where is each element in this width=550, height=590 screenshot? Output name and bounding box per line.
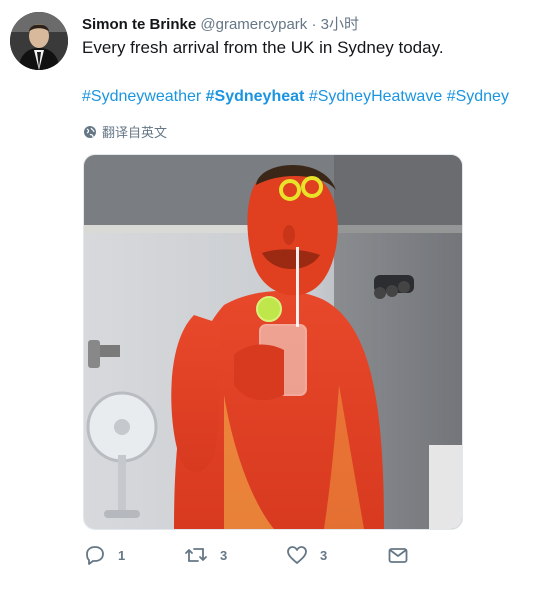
globe-icon bbox=[84, 125, 96, 138]
reply-count: 1 bbox=[118, 547, 126, 563]
heart-icon bbox=[287, 546, 307, 564]
reply-button[interactable]: 1 bbox=[84, 544, 125, 566]
envelope-icon bbox=[388, 548, 408, 563]
author-name[interactable]: Simon te Brinke bbox=[82, 16, 196, 33]
avatar[interactable] bbox=[10, 12, 68, 70]
sunburned-man-photo bbox=[84, 155, 462, 529]
hashtag-list: #Sydneyweather #Sydneyheat #SydneyHeatwa… bbox=[82, 88, 509, 106]
hashtag-link[interactable]: #SydneyHeatwave bbox=[309, 88, 442, 105]
hashtag-link[interactable]: #Sydneyheat bbox=[206, 88, 305, 105]
direct-message-button[interactable] bbox=[387, 544, 409, 566]
timestamp[interactable]: 3小时 bbox=[321, 16, 359, 33]
retweet-button[interactable]: 3 bbox=[184, 544, 227, 566]
separator-dot: · bbox=[311, 16, 317, 33]
like-button[interactable]: 3 bbox=[286, 544, 327, 566]
tweet-text: Every fresh arrival from the UK in Sydne… bbox=[82, 38, 444, 57]
tweet: Simon te Brinke @gramercypark · 3小时 Ever… bbox=[0, 0, 550, 590]
tweet-photo[interactable] bbox=[83, 154, 463, 530]
author-handle[interactable]: @gramercypark bbox=[200, 16, 307, 33]
hashtag-link[interactable]: #Sydney bbox=[447, 88, 509, 105]
tweet-header: Simon te Brinke @gramercypark · 3小时 bbox=[82, 13, 359, 34]
hashtag-link[interactable]: #Sydneyweather bbox=[82, 88, 201, 105]
retweet-count: 3 bbox=[220, 547, 228, 563]
translate-tweet-link[interactable]: 翻译自英文 bbox=[83, 122, 167, 141]
like-count: 3 bbox=[320, 547, 328, 563]
reply-icon bbox=[86, 546, 104, 565]
retweet-icon bbox=[185, 548, 207, 562]
translate-label: 翻译自英文 bbox=[102, 125, 168, 140]
tweet-actions: 1 3 3 bbox=[84, 544, 414, 572]
